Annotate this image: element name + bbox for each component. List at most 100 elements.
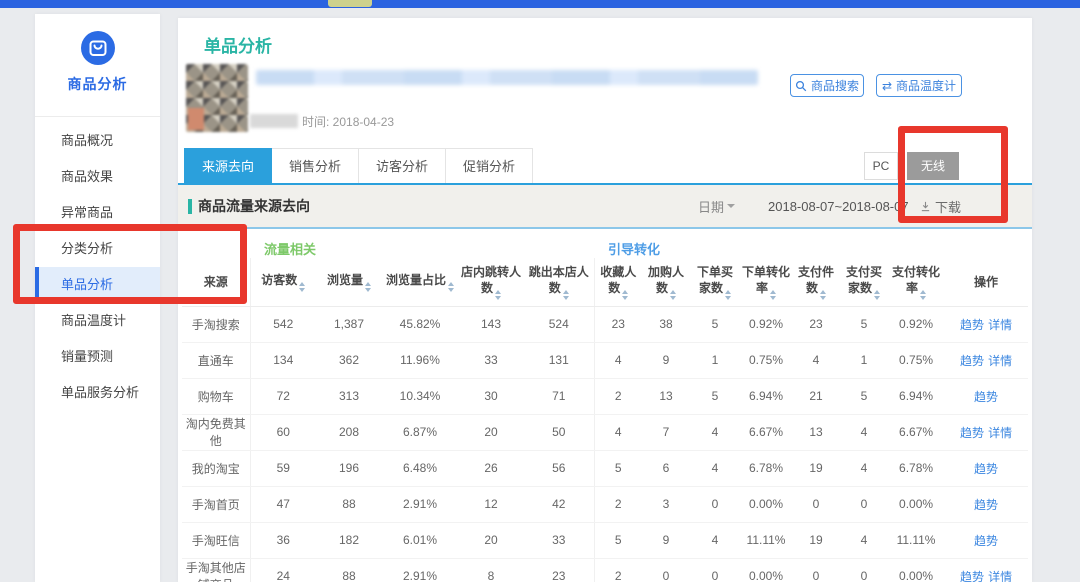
sidebar-item-3[interactable]: 异常商品 bbox=[35, 195, 160, 231]
trend-link[interactable]: 趋势 bbox=[960, 354, 984, 368]
sort-up-arrow bbox=[448, 282, 454, 286]
sort-icon[interactable] bbox=[448, 282, 454, 292]
sort-icon[interactable] bbox=[770, 290, 776, 300]
trend-link[interactable]: 趋势 bbox=[960, 426, 984, 440]
sort-icon[interactable] bbox=[670, 290, 676, 300]
cell-source: 直通车 bbox=[182, 342, 250, 378]
cell-value: 26 bbox=[458, 450, 524, 486]
cell-value: 4 bbox=[792, 342, 840, 378]
sort-icon[interactable] bbox=[820, 290, 826, 300]
cell-value: 5 bbox=[840, 378, 888, 414]
column-header-1: 访客数 bbox=[250, 258, 316, 306]
sort-icon[interactable] bbox=[622, 290, 628, 300]
trend-link[interactable]: 趋势 bbox=[960, 318, 984, 332]
cell-value: 6.01% bbox=[382, 522, 458, 558]
cell-value: 4 bbox=[840, 414, 888, 450]
cell-value: 3 bbox=[642, 486, 690, 522]
cell-value: 0.00% bbox=[888, 558, 944, 582]
cell-value: 362 bbox=[316, 342, 382, 378]
cell-value: 0 bbox=[792, 558, 840, 582]
sort-down-arrow bbox=[448, 288, 454, 292]
sort-up-arrow bbox=[670, 290, 676, 294]
cell-value: 2 bbox=[594, 378, 642, 414]
trend-link[interactable]: 趋势 bbox=[960, 570, 984, 582]
device-toggle-pc[interactable]: PC bbox=[864, 152, 898, 180]
column-header-4: 店内跳转人数 bbox=[458, 258, 524, 306]
tab-3[interactable]: 访客分析 bbox=[359, 148, 446, 184]
download-icon bbox=[920, 201, 931, 212]
detail-link[interactable]: 详情 bbox=[988, 426, 1012, 440]
cell-value: 0.00% bbox=[740, 486, 792, 522]
sort-icon[interactable] bbox=[563, 290, 569, 300]
product-search-label: 商品搜索 bbox=[811, 77, 859, 94]
product-search-button[interactable]: 商品搜索 bbox=[790, 74, 864, 97]
sidebar-item-5[interactable]: 单品分析 bbox=[35, 267, 160, 303]
sort-icon[interactable] bbox=[725, 290, 731, 300]
cell-source: 手淘旺信 bbox=[182, 522, 250, 558]
cell-value: 0 bbox=[840, 486, 888, 522]
device-toggle-wireless[interactable]: 无线 bbox=[907, 152, 959, 180]
cell-value: 12 bbox=[458, 486, 524, 522]
sidebar-item-8[interactable]: 单品服务分析 bbox=[35, 375, 160, 411]
sort-icon[interactable] bbox=[874, 290, 880, 300]
sidebar-item-1[interactable]: 商品概况 bbox=[35, 123, 160, 159]
column-header-2: 浏览量 bbox=[316, 258, 382, 306]
tab-2[interactable]: 销售分析 bbox=[272, 148, 359, 184]
cell-value: 23 bbox=[524, 558, 594, 582]
cell-value: 88 bbox=[316, 558, 382, 582]
tab-1[interactable]: 来源去向 bbox=[184, 148, 272, 184]
date-filter-dropdown[interactable]: 日期 bbox=[698, 197, 735, 216]
cell-value: 20 bbox=[458, 414, 524, 450]
download-label: 下载 bbox=[935, 197, 961, 216]
trend-link[interactable]: 趋势 bbox=[974, 534, 998, 548]
sort-icon[interactable] bbox=[299, 282, 305, 292]
group-header-blank bbox=[182, 231, 250, 258]
sort-up-arrow bbox=[299, 282, 305, 286]
cell-actions: 趋势 bbox=[944, 378, 1028, 414]
sort-up-arrow bbox=[365, 282, 371, 286]
sidebar: 商品分析 商品概况商品效果异常商品分类分析单品分析商品温度计销量预测单品服务分析 bbox=[35, 14, 160, 582]
sort-icon[interactable] bbox=[920, 290, 926, 300]
trend-link[interactable]: 趋势 bbox=[974, 462, 998, 476]
cell-value: 134 bbox=[250, 342, 316, 378]
cell-value: 524 bbox=[524, 306, 594, 342]
group-header-traffic: 流量相关 bbox=[250, 231, 594, 258]
cell-value: 33 bbox=[524, 522, 594, 558]
sidebar-brand-label: 商品分析 bbox=[35, 74, 160, 94]
detail-link[interactable]: 详情 bbox=[988, 570, 1012, 582]
sidebar-item-4[interactable]: 分类分析 bbox=[35, 231, 160, 267]
sort-icon[interactable] bbox=[495, 290, 501, 300]
cell-actions: 趋势 bbox=[944, 522, 1028, 558]
table-row: 手淘其他店铺商品24882.91%8232000.00%000.00%趋势详情 bbox=[182, 558, 1028, 582]
product-title-redacted bbox=[256, 70, 758, 85]
cell-actions: 趋势 bbox=[944, 486, 1028, 522]
column-header-10: 支付件数 bbox=[792, 258, 840, 306]
trend-link[interactable]: 趋势 bbox=[974, 390, 998, 404]
section-title-label: 商品流量来源去向 bbox=[198, 196, 310, 216]
cell-value: 33 bbox=[458, 342, 524, 378]
browser-tab-pill bbox=[328, 0, 372, 7]
cell-value: 23 bbox=[792, 306, 840, 342]
sidebar-item-7[interactable]: 销量预测 bbox=[35, 339, 160, 375]
tab-4[interactable]: 促销分析 bbox=[446, 148, 533, 184]
product-thermometer-button[interactable]: ⇄ 商品温度计 bbox=[876, 74, 962, 97]
sort-icon[interactable] bbox=[365, 282, 371, 292]
cell-value: 6.94% bbox=[740, 378, 792, 414]
cell-value: 7 bbox=[642, 414, 690, 450]
cell-value: 20 bbox=[458, 522, 524, 558]
sort-down-arrow bbox=[495, 296, 501, 300]
cell-value: 1 bbox=[690, 342, 740, 378]
download-link[interactable]: 下载 bbox=[920, 197, 961, 216]
sidebar-nav: 商品概况商品效果异常商品分类分析单品分析商品温度计销量预测单品服务分析 bbox=[35, 123, 160, 411]
trend-link[interactable]: 趋势 bbox=[974, 498, 998, 512]
sidebar-item-6[interactable]: 商品温度计 bbox=[35, 303, 160, 339]
detail-link[interactable]: 详情 bbox=[988, 354, 1012, 368]
cell-value: 0 bbox=[840, 558, 888, 582]
cell-value: 2.91% bbox=[382, 558, 458, 582]
cell-value: 11.96% bbox=[382, 342, 458, 378]
sidebar-item-2[interactable]: 商品效果 bbox=[35, 159, 160, 195]
product-thumbnail-patch bbox=[188, 108, 204, 130]
detail-link[interactable]: 详情 bbox=[988, 318, 1012, 332]
cell-value: 5 bbox=[840, 306, 888, 342]
sort-up-arrow bbox=[725, 290, 731, 294]
